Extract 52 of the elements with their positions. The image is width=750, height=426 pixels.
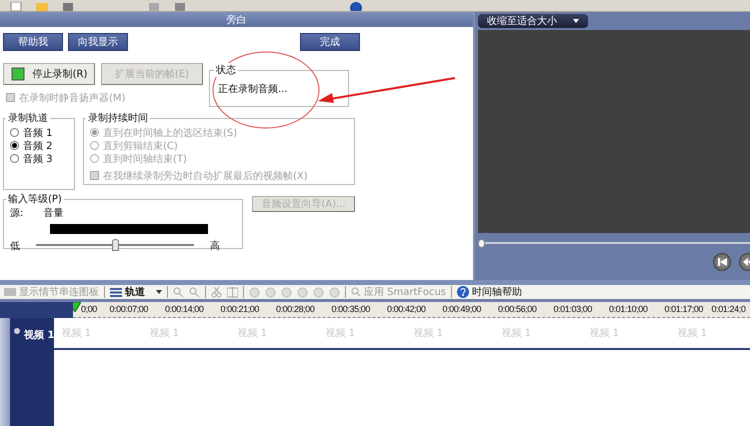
magnifier-icon — [351, 287, 361, 297]
marker-icon[interactable] — [281, 286, 292, 298]
time-label: 0;00 — [81, 303, 98, 316]
radio-option[interactable]: 音频 1 — [10, 126, 68, 139]
help-button[interactable]: 帮助我 — [3, 33, 63, 51]
storyboard-icon — [4, 288, 16, 296]
duration-group: 录制持续时间 直到在时间轴上的选区结束(S) 直到剪辑结束(C) 直到时间轴结束(T) 在我继续录制旁边时自动扩展最后的视频帧(X) — [83, 111, 355, 185]
zoom-dropdown[interactable]: 收缩至适合大小 — [478, 14, 588, 28]
time-label: 0:01:03;00 — [552, 303, 594, 316]
cut-icon[interactable] — [211, 286, 222, 298]
caret-icon — [573, 19, 579, 23]
folder-icon[interactable] — [36, 2, 48, 11]
seek-slider[interactable] — [481, 239, 750, 247]
level-slider[interactable] — [36, 239, 194, 251]
time-label: 0:00:21;00 — [219, 303, 260, 316]
caret-icon — [156, 290, 162, 294]
time-label: 0:00:14;00 — [164, 303, 205, 316]
time-label: 0:00:56;00 — [496, 303, 538, 316]
track-dot-icon — [14, 328, 20, 334]
timeline-help-button[interactable]: 时间轴帮助 — [457, 285, 522, 299]
time-label: 0:00:28;00 — [274, 303, 316, 316]
marker-icon[interactable] — [249, 286, 260, 298]
time-label: 0:01:17;00 — [663, 303, 704, 316]
track-name: 视频 1 — [24, 328, 54, 342]
marker-icon[interactable] — [329, 286, 340, 298]
panel-title: 旁白 — [0, 12, 473, 27]
time-label: 0:00:07;00 — [108, 303, 150, 316]
stop-record-button[interactable]: 停止录制(R) — [3, 63, 95, 85]
skip-back-icon — [718, 258, 726, 266]
zoom-in-icon[interactable] — [173, 286, 184, 298]
radio-option[interactable]: 音频 3 — [10, 152, 68, 165]
tracks-button[interactable]: 轨道 — [110, 285, 162, 299]
time-label: 0:00:49;00 — [441, 303, 482, 316]
rewind-icon — [743, 258, 750, 266]
tracks-icon — [110, 288, 122, 296]
split-icon[interactable] — [227, 286, 238, 298]
marker-icon[interactable] — [313, 286, 324, 298]
track-group: 录制轨道 音频 1 音频 2 音频 3 — [3, 111, 75, 190]
done-button[interactable]: 完成 — [300, 33, 360, 51]
skip-back-button[interactable] — [713, 253, 731, 271]
source-value: 音量 — [43, 206, 64, 220]
time-label: 0:01:24;0 — [712, 303, 746, 316]
radio-option[interactable]: 音频 2 — [10, 139, 68, 152]
zoom-out-icon[interactable] — [189, 286, 200, 298]
marker-icon[interactable] — [265, 286, 276, 298]
time-label: 0:00:35;00 — [330, 303, 372, 316]
input-level-group: 输入等级(P) 源: 音量 低 高 — [3, 192, 243, 249]
marker-icon[interactable] — [297, 286, 308, 298]
help-button[interactable]: 向我显示 — [68, 33, 128, 51]
time-label: 0:00:42;00 — [386, 303, 427, 316]
time-label: 0:01:10;00 — [608, 303, 649, 316]
source-label: 源: — [10, 207, 24, 220]
